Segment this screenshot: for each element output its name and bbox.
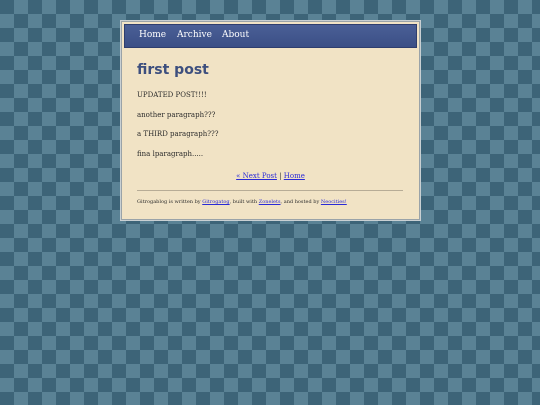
post-paragraph: fina lparagraph.....: [137, 150, 204, 158]
footer-mid-text: , and hosted by: [280, 199, 321, 205]
navbar: Home Archive About: [124, 24, 417, 48]
footer-prefix-text: Gitrogablog is written by: [137, 199, 203, 205]
post-nav-home-link[interactable]: Home: [284, 172, 305, 180]
blog-page: Home Archive About first post UPDATED PO…: [121, 21, 420, 220]
neocities-link[interactable]: Neocities!: [321, 199, 347, 205]
post-navigation: « Next Post | Home: [122, 172, 419, 180]
footer: Gitrogablog is written by Gitrogatog, bu…: [137, 199, 347, 205]
author-link[interactable]: Gitrogatog: [202, 199, 229, 205]
post-nav-separator: |: [279, 172, 282, 180]
post-title: first post: [137, 62, 209, 78]
footer-divider: [137, 190, 403, 191]
nav-about-link[interactable]: About: [222, 30, 249, 40]
nav-archive-link[interactable]: Archive: [177, 30, 212, 40]
post-paragraph: a THIRD paragraph???: [137, 130, 219, 138]
footer-mid-text: , built with: [229, 199, 259, 205]
next-post-link[interactable]: « Next Post: [236, 172, 277, 180]
post-paragraph: another paragraph???: [137, 111, 216, 119]
nav-home-link[interactable]: Home: [139, 30, 166, 40]
post-paragraph: UPDATED POST!!!!: [137, 91, 207, 99]
zonelets-link[interactable]: Zonelets: [259, 199, 281, 205]
